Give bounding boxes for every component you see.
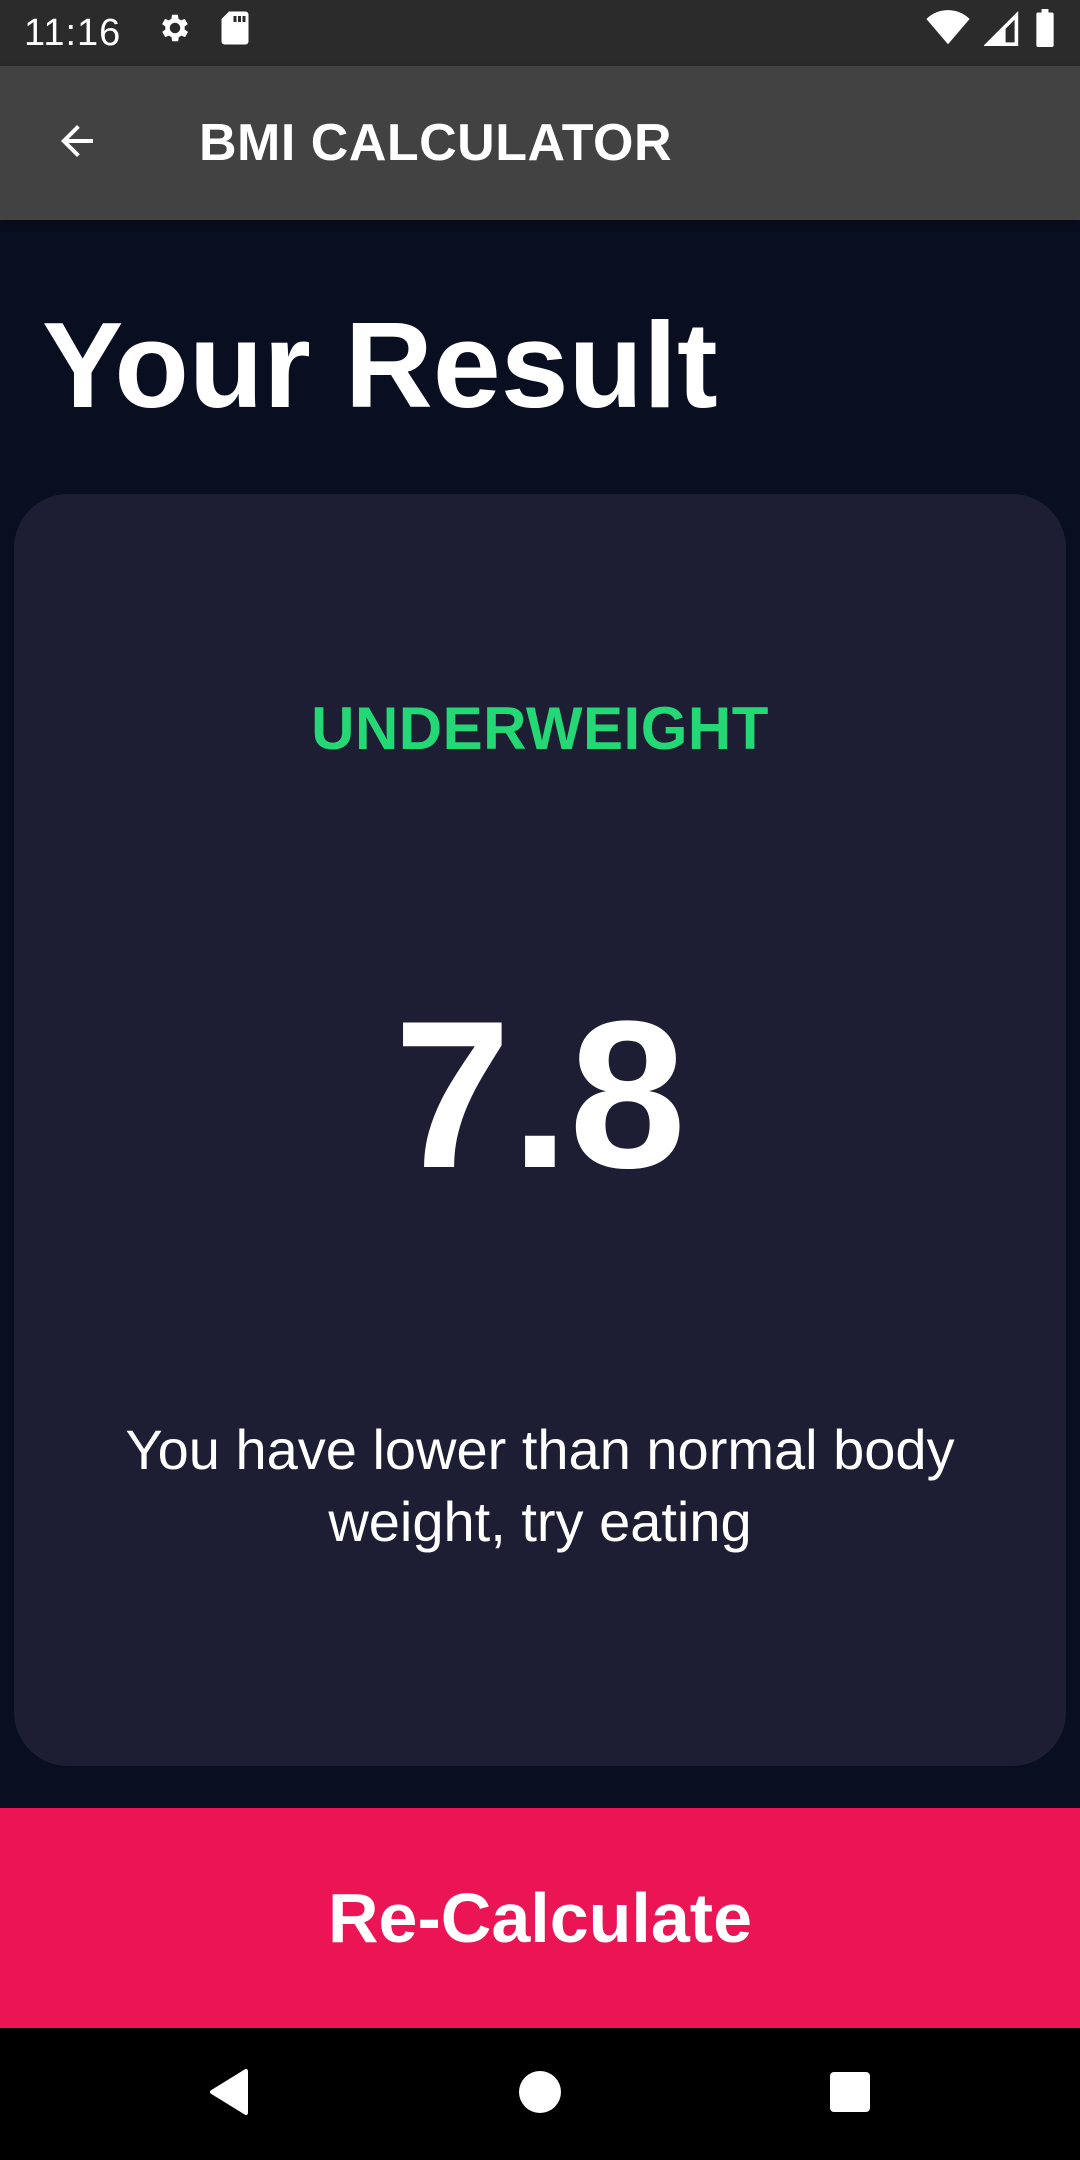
wifi-icon	[926, 10, 970, 56]
arrow-left-icon	[53, 117, 101, 170]
recalculate-button[interactable]: Re-Calculate	[0, 1808, 1080, 2028]
nav-back-button[interactable]	[150, 2028, 310, 2160]
app-bar: BMI CALCULATOR	[0, 66, 1080, 220]
nav-home-button[interactable]	[460, 2028, 620, 2160]
recents-square-icon	[829, 2071, 871, 2118]
page-title: Your Result	[42, 297, 718, 433]
result-card: UNDERWEIGHT 7.8 You have lower than norm…	[14, 494, 1066, 1766]
status-left-icons	[157, 10, 251, 56]
back-button[interactable]	[0, 66, 154, 220]
back-triangle-icon	[208, 2068, 252, 2121]
result-status: UNDERWEIGHT	[311, 695, 769, 762]
app-bar-title: BMI CALCULATOR	[199, 114, 673, 172]
status-right-icons	[926, 9, 1056, 57]
result-message: You have lower than normal body weight, …	[125, 1418, 955, 1553]
signal-icon	[983, 10, 1020, 56]
gear-icon	[157, 10, 193, 56]
home-circle-icon	[518, 2070, 562, 2119]
status-bar: 11:16	[0, 0, 1080, 66]
status-time: 11:16	[24, 11, 122, 54]
nav-recents-button[interactable]	[770, 2028, 930, 2160]
navigation-bar	[0, 2028, 1080, 2160]
sd-card-icon	[219, 10, 251, 56]
bmi-value: 7.8	[394, 977, 686, 1212]
battery-icon	[1034, 9, 1056, 57]
